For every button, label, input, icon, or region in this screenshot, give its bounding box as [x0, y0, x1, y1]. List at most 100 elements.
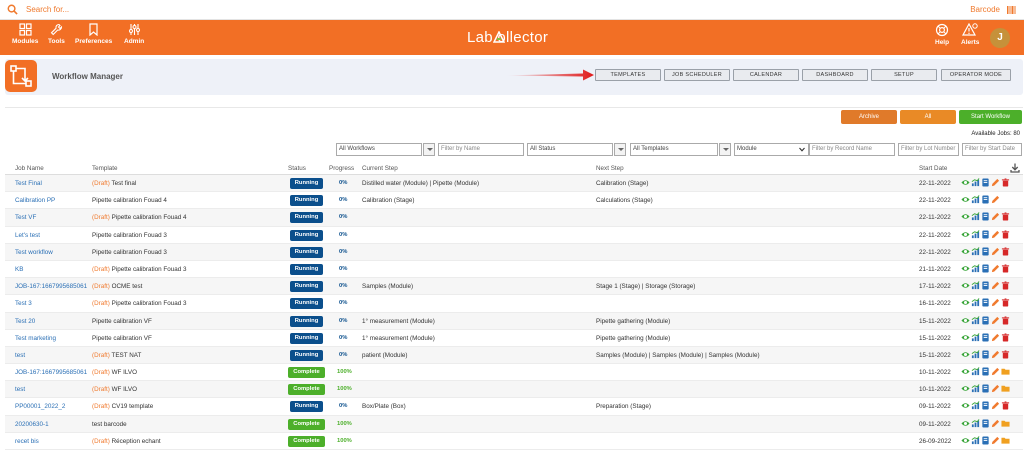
download-icon[interactable] [1010, 163, 1020, 173]
job-name-link[interactable]: Test Final [15, 180, 42, 187]
edit-icon[interactable] [991, 316, 1000, 325]
nav-admin[interactable]: Admin [124, 23, 144, 45]
job-name-link[interactable]: Let's test [15, 232, 40, 239]
edit-icon[interactable] [991, 298, 1000, 307]
view-icon[interactable] [961, 384, 970, 393]
edit-icon[interactable] [991, 247, 1000, 256]
view-icon[interactable] [961, 195, 970, 204]
chart-icon[interactable] [971, 178, 980, 187]
job-scheduler-button[interactable]: JOB SCHEDULER [664, 69, 730, 81]
column-current-step[interactable]: Current Step [362, 165, 398, 172]
report-icon[interactable] [981, 281, 990, 290]
table-row[interactable]: Test Final (Draft) Test final Running 0%… [5, 175, 1023, 193]
edit-icon[interactable] [991, 384, 1000, 393]
job-name-link[interactable]: test [15, 386, 25, 393]
edit-icon[interactable] [991, 436, 1000, 445]
status-filter-dropdown-icon[interactable] [614, 143, 626, 156]
delete-icon[interactable] [1001, 350, 1010, 359]
delete-icon[interactable] [1001, 298, 1010, 307]
view-icon[interactable] [961, 367, 970, 376]
view-icon[interactable] [961, 419, 970, 428]
table-row[interactable]: 20200630-1 test barcode Complete 100% 09… [5, 415, 1023, 433]
view-icon[interactable] [961, 212, 970, 221]
chart-icon[interactable] [971, 315, 980, 325]
delete-icon[interactable] [1001, 401, 1010, 410]
start-workflow-button[interactable]: Start Workflow [959, 110, 1022, 124]
chart-icon[interactable] [971, 281, 980, 290]
column-progress[interactable]: Progress [329, 165, 354, 172]
report-icon[interactable] [981, 333, 990, 342]
edit-icon[interactable] [991, 212, 1000, 221]
edit-icon[interactable] [991, 419, 1000, 428]
view-icon[interactable] [961, 264, 970, 273]
chart-icon[interactable] [971, 212, 980, 221]
calendar-button[interactable]: CALENDAR [733, 69, 799, 81]
workflow-filter-select[interactable]: All Workflows [336, 143, 422, 156]
job-name-link[interactable]: KB [15, 266, 23, 273]
report-icon[interactable] [981, 298, 990, 307]
view-icon[interactable] [961, 333, 970, 342]
table-row[interactable]: Test 3 (Draft) Pipette calibration Fouad… [5, 295, 1023, 313]
table-row[interactable]: KB (Draft) Pipette calibration Fouad 3 R… [5, 261, 1023, 279]
chart-icon[interactable] [971, 246, 980, 256]
table-row[interactable]: test (Draft) WF ILVO Complete 100% 10-11… [5, 381, 1023, 399]
chart-icon[interactable] [971, 418, 980, 428]
archive-folder-icon[interactable] [1001, 384, 1010, 393]
chart-icon[interactable] [971, 195, 980, 204]
delete-icon[interactable] [1001, 230, 1010, 239]
table-row[interactable]: Calibration PP Pipette calibration Fouad… [5, 192, 1023, 210]
chart-icon[interactable] [971, 367, 980, 376]
column-job-name[interactable]: Job Name [15, 165, 44, 172]
report-icon[interactable] [981, 384, 990, 393]
operator-mode-button[interactable]: OPERATOR MODE [941, 69, 1011, 81]
job-name-link[interactable]: PP00001_2022_2 [15, 403, 65, 410]
view-icon[interactable] [961, 247, 970, 256]
archive-folder-icon[interactable] [1001, 419, 1010, 428]
chart-icon[interactable] [971, 264, 980, 273]
start-date-filter-input[interactable]: Filter by Start Date [962, 143, 1022, 156]
chart-icon[interactable] [971, 298, 980, 307]
report-icon[interactable] [981, 350, 990, 359]
edit-icon[interactable] [991, 350, 1000, 359]
view-icon[interactable] [961, 350, 970, 359]
edit-icon[interactable] [991, 333, 1000, 342]
view-icon[interactable] [961, 178, 970, 187]
module-filter-select[interactable]: Module [734, 143, 809, 156]
report-icon[interactable] [981, 178, 990, 187]
edit-icon[interactable] [991, 230, 1000, 239]
chart-icon[interactable] [971, 332, 980, 342]
table-row[interactable]: recet bis (Draft) Réception echant Compl… [5, 433, 1023, 450]
job-name-link[interactable]: JOB-167:1667995685061 [15, 283, 87, 290]
chart-icon[interactable] [971, 401, 980, 410]
edit-icon[interactable] [991, 367, 1000, 376]
barcode-label[interactable]: Barcode [970, 5, 1000, 14]
user-avatar[interactable]: J [990, 28, 1010, 48]
column-template[interactable]: Template [92, 165, 118, 172]
chart-icon[interactable] [971, 229, 980, 239]
template-filter-select[interactable]: All Templates [630, 143, 718, 156]
view-icon[interactable] [961, 298, 970, 307]
table-row[interactable]: JOB-167:1667995685061 (Draft) OCME test … [5, 278, 1023, 296]
all-button[interactable]: All [900, 110, 956, 124]
job-name-link[interactable]: recet bis [15, 438, 39, 445]
job-name-link[interactable]: Calibration PP [15, 197, 55, 204]
nav-tools[interactable]: Tools [48, 23, 65, 45]
report-icon[interactable] [981, 264, 990, 273]
job-name-link[interactable]: test [15, 352, 25, 359]
view-icon[interactable] [961, 401, 970, 410]
job-name-link[interactable]: Test VF [15, 214, 36, 221]
template-filter-dropdown-icon[interactable] [719, 143, 731, 156]
column-start-date[interactable]: Start Date [919, 165, 947, 172]
edit-icon[interactable] [991, 195, 1000, 204]
workflow-filter-dropdown-icon[interactable] [423, 143, 435, 156]
delete-icon[interactable] [1001, 247, 1010, 256]
view-icon[interactable] [961, 281, 970, 290]
name-filter-input[interactable]: Filter by Name [438, 143, 524, 156]
report-icon[interactable] [981, 247, 990, 256]
table-row[interactable]: test (Draft) TEST NAT Running 0% patient… [5, 346, 1023, 365]
edit-icon[interactable] [991, 401, 1000, 410]
delete-icon[interactable] [1001, 281, 1010, 290]
table-row[interactable]: PP00001_2022_2 (Draft) CV19 template Run… [5, 398, 1023, 416]
table-row[interactable]: Test workflow Pipette calibration Fouad … [5, 243, 1023, 261]
nav-help[interactable]: Help [935, 23, 949, 46]
